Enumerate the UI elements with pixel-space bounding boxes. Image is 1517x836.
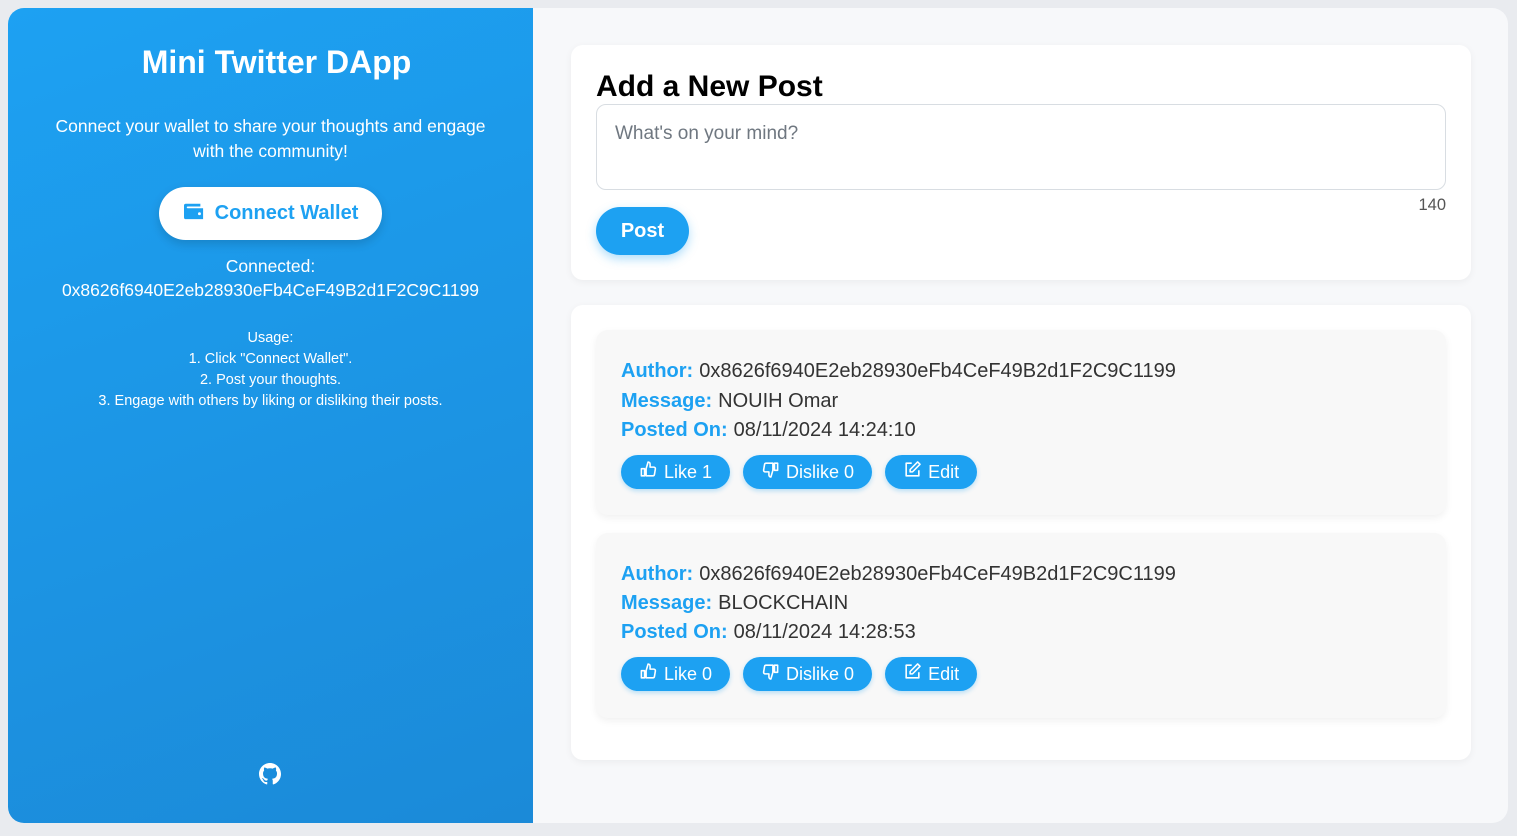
usage-step: 1. Click "Connect Wallet". (188, 351, 353, 367)
post-message: Message: NOUIH Omar (621, 390, 838, 413)
post-message: Message: BLOCKCHAIN (621, 592, 848, 615)
posted-on-label: Posted On: (621, 419, 728, 441)
app-window: Mini Twitter DApp Connect your wallet to… (8, 8, 1508, 823)
posted-on-label: Posted On: (621, 621, 728, 643)
post-card: Author: 0x8626f6940E2eb28930eFb4CeF49B2d1… (596, 533, 1446, 718)
thumbs-down-icon (761, 662, 780, 686)
like-button[interactable]: Like 0 (621, 657, 731, 691)
thumbs-down-icon (761, 460, 780, 484)
dislike-label: Dislike 0 (786, 663, 855, 684)
post-actions: Like 0 Dislike 0 Edit (621, 657, 978, 691)
post-input[interactable] (596, 104, 1446, 190)
message-label: Message: (621, 390, 713, 412)
author-label: Author: (621, 360, 694, 382)
intro-text: Connect your wallet to share your though… (55, 116, 486, 161)
post-author: Author: 0x8626f6940E2eb28930eFb4CeF49B2d1… (621, 563, 1176, 586)
dislike-button[interactable]: Dislike 0 (743, 455, 873, 489)
edit-button[interactable]: Edit (885, 657, 978, 691)
author-label: Author: (621, 563, 694, 585)
post-actions: Like 1 Dislike 0 Edit (621, 455, 978, 489)
new-post-heading: Add a New Post (596, 70, 823, 103)
posts-feed: Author: 0x8626f6940E2eb28930eFb4CeF49B2d1… (571, 305, 1471, 760)
main-content: Add a New Post 140 Post Author:0x8626f69… (533, 8, 1508, 823)
connect-wallet-label: Connect Wallet (214, 202, 359, 224)
posted-on-value: 08/11/2024 14:24:10 (733, 419, 916, 441)
edit-icon (903, 662, 922, 686)
message-value: NOUIH Omar (718, 390, 839, 412)
post-date: Posted On: 08/11/2024 14:28:53 (621, 621, 916, 644)
usage-instructions: Usage: 1. Click "Connect Wallet". 2. Pos… (8, 328, 533, 412)
message-label: Message: (621, 592, 713, 614)
connected-address: 0x8626f6940E2eb28930eFb4CeF49B2d1F2C9C11… (61, 280, 480, 300)
posted-on-value: 08/11/2024 14:28:53 (733, 621, 916, 643)
connect-wallet-button[interactable]: Connect Wallet (159, 187, 382, 240)
like-button[interactable]: Like 1 (621, 455, 731, 489)
usage-step: 3. Engage with others by liking or disli… (98, 393, 443, 409)
edit-icon (903, 460, 922, 484)
wallet-icon (183, 201, 205, 227)
author-value: 0x8626f6940E2eb28930eFb4CeF49B2d1F2C9C11… (699, 360, 1176, 382)
connected-label: Connected: (225, 256, 316, 276)
edit-button[interactable]: Edit (885, 455, 978, 489)
char-counter: 140 (1418, 196, 1446, 214)
thumbs-up-icon (639, 662, 658, 686)
dislike-button[interactable]: Dislike 0 (743, 657, 873, 691)
usage-step: 2. Post your thoughts. (199, 372, 342, 388)
edit-label: Edit (928, 461, 960, 482)
thumbs-up-icon (639, 460, 658, 484)
author-value: 0x8626f6940E2eb28930eFb4CeF49B2d1F2C9C11… (699, 563, 1176, 585)
new-post-card: Add a New Post 140 Post (571, 45, 1471, 280)
like-label: Like 0 (664, 663, 713, 684)
post-date: Posted On: 08/11/2024 14:24:10 (621, 419, 916, 442)
sidebar: Mini Twitter DApp Connect your wallet to… (8, 8, 533, 823)
post-card: Author: 0x8626f6940E2eb28930eFb4CeF49B2d1… (596, 330, 1446, 515)
post-button[interactable]: Post (596, 207, 689, 255)
github-icon[interactable] (259, 763, 281, 785)
app-title: Mini Twitter DApp (141, 44, 412, 80)
message-value: BLOCKCHAIN (718, 592, 849, 614)
connection-status: Connected: 0x8626f6940E2eb28930eFb4CeF49… (8, 254, 533, 302)
usage-title: Usage: (247, 330, 294, 346)
post-author: Author: 0x8626f6940E2eb28930eFb4CeF49B2d1… (621, 360, 1176, 383)
dislike-label: Dislike 0 (786, 461, 855, 482)
edit-label: Edit (928, 663, 960, 684)
like-label: Like 1 (664, 461, 713, 482)
